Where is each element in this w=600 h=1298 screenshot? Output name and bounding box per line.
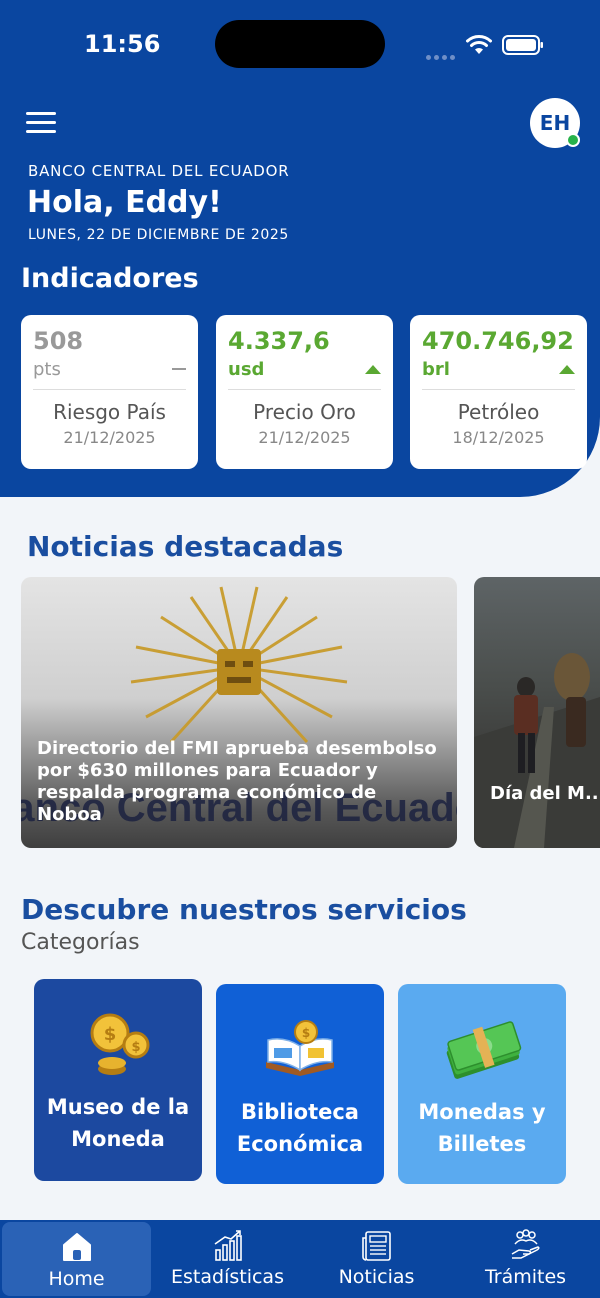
bottom-navigation: Home Estadísticas Noticias Trámites	[0, 1220, 600, 1298]
service-museo-de-la-moneda[interactable]: $ $ Museo de la Moneda	[34, 979, 202, 1181]
trend-up-icon	[559, 364, 575, 374]
nav-label: Home	[48, 1268, 105, 1290]
hamburger-menu-icon[interactable]	[26, 112, 56, 134]
avatar-initials: EH	[539, 111, 571, 135]
divider	[33, 389, 186, 390]
news-caption: Día del M... sostiener...	[490, 783, 600, 804]
indicator-unit: pts	[33, 358, 61, 380]
banknotes-icon: $	[446, 1021, 522, 1079]
header-panel: 11:56 EH BANCO CENTRAL DEL ECUADOR Hola,…	[0, 0, 600, 497]
service-biblioteca-economica[interactable]: $ Biblioteca Económica	[216, 984, 384, 1184]
open-book-icon: $	[266, 1020, 334, 1076]
indicators-title: Indicadores	[21, 263, 199, 294]
indicator-unit: brl	[422, 358, 450, 380]
service-label: Biblioteca Económica	[236, 1100, 364, 1156]
newspaper-icon	[361, 1231, 391, 1261]
indicator-value: 470.746,92	[422, 327, 574, 355]
svg-text:$: $	[104, 1024, 117, 1045]
online-status-dot	[566, 133, 580, 147]
status-time: 11:56	[84, 30, 161, 58]
indicator-name: Precio Oro	[253, 400, 356, 424]
nav-label: Noticias	[338, 1266, 415, 1288]
greeting: Hola, Eddy!	[27, 185, 222, 220]
news-caption: Directorio del FMI aprueba desembolso po…	[37, 738, 437, 825]
bank-name: BANCO CENTRAL DEL ECUADOR	[28, 162, 290, 180]
indicator-card-riesgo-pais[interactable]: 508 pts Riesgo País 21/12/2025	[21, 315, 198, 469]
battery-icon	[502, 35, 543, 55]
nav-noticias[interactable]: Noticias	[302, 1220, 451, 1298]
indicator-value: 4.337,6	[228, 327, 330, 355]
indicator-date: 18/12/2025	[452, 428, 545, 447]
divider	[228, 389, 381, 390]
news-card[interactable]: Día del M... sostiener...	[474, 577, 600, 848]
indicator-date: 21/12/2025	[258, 428, 351, 447]
trend-flat-icon	[172, 368, 186, 370]
cellular-signal-icon	[426, 45, 458, 60]
indicator-date: 21/12/2025	[63, 428, 156, 447]
divider	[422, 389, 575, 390]
service-label: Museo de la Moneda	[46, 1095, 190, 1151]
news-section-title: Noticias destacadas	[27, 530, 344, 563]
indicator-card-petroleo[interactable]: 470.746,92 brl Petróleo 18/12/2025	[410, 315, 587, 469]
service-label: Monedas y Billetes	[418, 1100, 546, 1156]
nav-home[interactable]: Home	[2, 1222, 151, 1296]
services-section-title: Descubre nuestros servicios	[21, 893, 467, 926]
nav-label: Trámites	[484, 1266, 567, 1288]
wifi-icon	[466, 35, 492, 54]
bar-chart-icon	[214, 1230, 242, 1261]
svg-text:$: $	[131, 1040, 140, 1055]
svg-text:$: $	[302, 1026, 310, 1040]
gold-coins-icon: $ $	[90, 1013, 150, 1075]
indicator-unit: usd	[228, 358, 265, 380]
nav-tramites[interactable]: Trámites	[451, 1220, 600, 1298]
dynamic-island	[215, 20, 385, 68]
services-subtitle: Categorías	[21, 930, 140, 955]
indicator-name: Petróleo	[457, 400, 540, 424]
news-card[interactable]: Banco Central del Ecuador Directorio del…	[21, 577, 457, 848]
road-protest-image	[474, 653, 600, 848]
indicator-card-precio-oro[interactable]: 4.337,6 usd Precio Oro 21/12/2025	[216, 315, 393, 469]
trend-up-icon	[365, 364, 381, 374]
avatar[interactable]: EH	[530, 98, 580, 148]
service-monedas-y-billetes[interactable]: $ Monedas y Billetes	[398, 984, 566, 1184]
home-icon	[62, 1233, 91, 1261]
nav-estadisticas[interactable]: Estadísticas	[153, 1220, 302, 1298]
indicator-value: 508	[33, 327, 84, 355]
indicator-name: Riesgo País	[53, 400, 166, 424]
current-date: LUNES, 22 DE DICIEMBRE DE 2025	[28, 227, 289, 243]
nav-label: Estadísticas	[171, 1266, 284, 1288]
people-hand-icon	[511, 1229, 540, 1259]
